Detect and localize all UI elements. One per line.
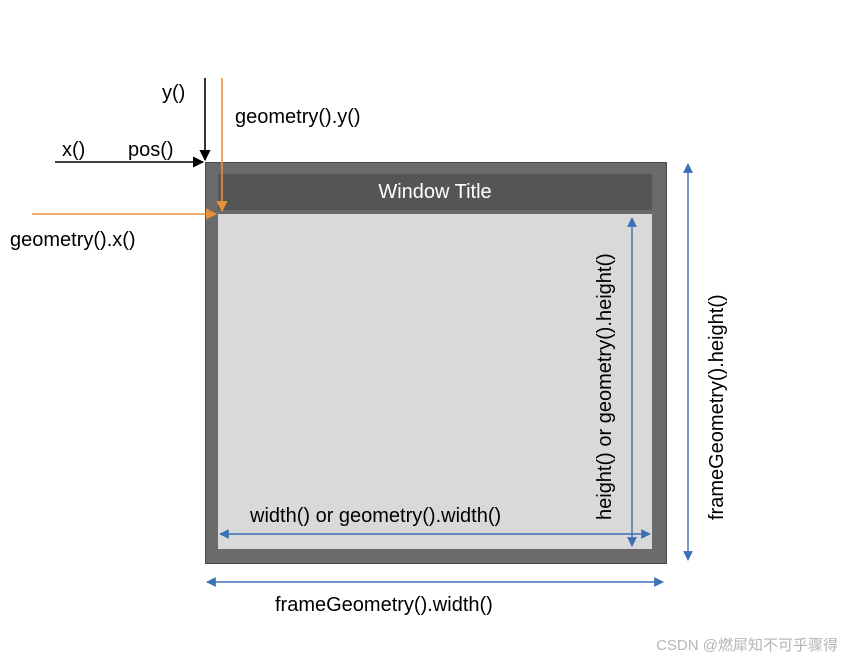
label-x: x()	[62, 139, 85, 162]
label-frame-height: frameGeometry().height()	[706, 230, 729, 520]
window-title-bar: Window Title	[218, 174, 652, 210]
watermark: CSDN @燃犀知不可乎骤得	[656, 634, 838, 655]
label-frame-width: frameGeometry().width()	[275, 594, 493, 617]
label-geometry-y: geometry().y()	[235, 106, 361, 129]
label-height: height() or geometry().height()	[594, 230, 617, 520]
label-geometry-x: geometry().x()	[10, 229, 136, 252]
window-client-area	[218, 214, 652, 549]
window-title-text: Window Title	[378, 181, 491, 204]
label-width: width() or geometry().width()	[250, 505, 501, 528]
label-y: y()	[162, 82, 185, 105]
label-pos: pos()	[128, 139, 174, 162]
